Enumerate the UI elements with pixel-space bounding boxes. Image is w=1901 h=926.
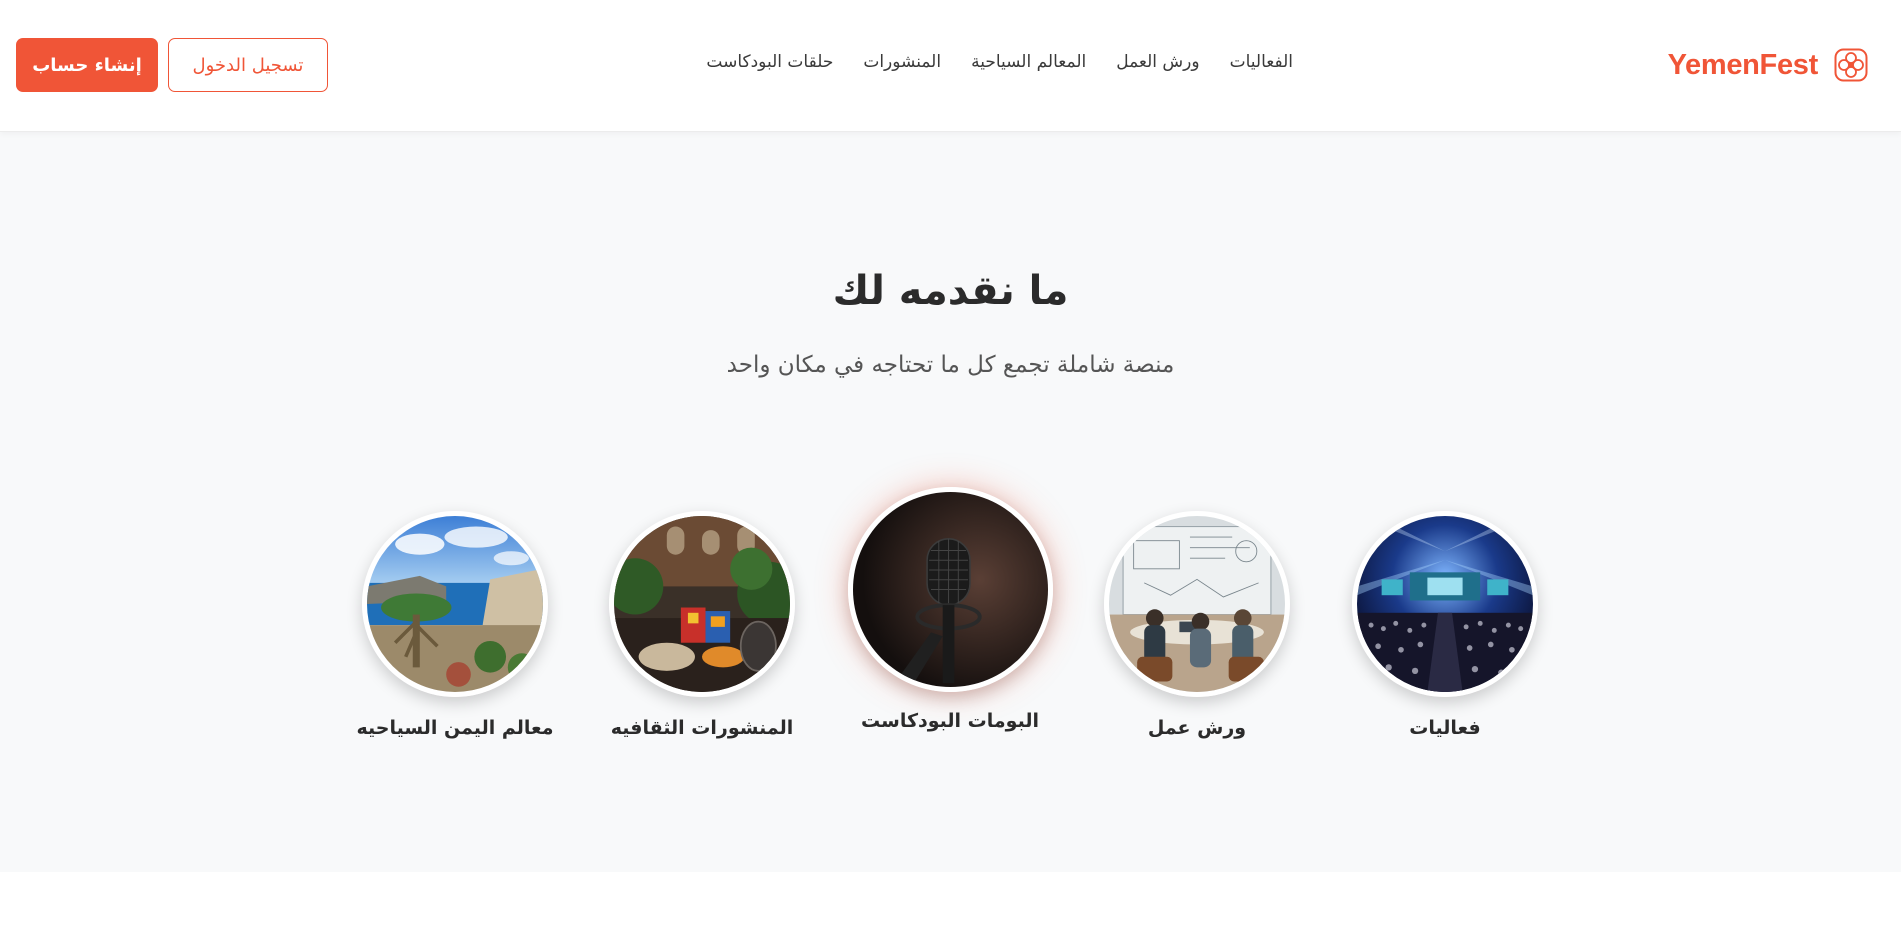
cultural-food-image[interactable] (609, 511, 795, 697)
service-publications[interactable]: المنشورات الثقافيه (582, 511, 822, 739)
service-label: فعاليات (1409, 717, 1481, 739)
nav-item-workshops[interactable]: ورش العمل (1116, 52, 1199, 72)
signup-button[interactable]: إنشاء حساب (16, 38, 158, 92)
dragon-tree-coast-image[interactable] (362, 511, 548, 697)
service-label: البومات البودكاست (861, 710, 1039, 732)
auth-buttons: إنشاء حساب تسجيل الدخول (16, 38, 328, 92)
brand-name: YemenFest (1667, 48, 1819, 81)
workshop-meeting-image[interactable] (1104, 511, 1290, 697)
service-workshops[interactable]: ورش عمل (1077, 511, 1317, 739)
main-nav: الفعاليات ورش العمل المعالم السياحية الم… (706, 52, 1293, 72)
service-podcasts[interactable]: البومات البودكاست (830, 487, 1070, 732)
brand[interactable]: YemenFest (1668, 48, 1868, 82)
site-header: YemenFest الفعاليات ورش العمل المعالم ال… (0, 0, 1901, 132)
nav-item-podcasts[interactable]: حلقات البودكاست (706, 52, 833, 72)
nav-item-events[interactable]: الفعاليات (1230, 52, 1293, 72)
service-landmarks[interactable]: معالم اليمن السياحيه (335, 511, 575, 739)
section-title: ما نقدمه لك (832, 268, 1069, 314)
login-button[interactable]: تسجيل الدخول (168, 38, 328, 92)
flower-logo-icon (1834, 48, 1868, 82)
service-label: ورش عمل (1147, 717, 1247, 739)
section-subtitle: منصة شاملة تجمع كل ما تحتاجه في مكان واح… (726, 352, 1175, 378)
nav-item-landmarks[interactable]: المعالم السياحية (971, 52, 1086, 72)
service-label: المنشورات الثقافيه (610, 717, 794, 739)
concert-crowd-image[interactable] (1352, 511, 1538, 697)
service-label: معالم اليمن السياحيه (356, 717, 554, 739)
nav-item-publications[interactable]: المنشورات (863, 52, 941, 72)
service-events[interactable]: فعاليات (1325, 511, 1565, 739)
next-section-edge (0, 872, 1901, 926)
microphone-image[interactable] (847, 487, 1053, 692)
